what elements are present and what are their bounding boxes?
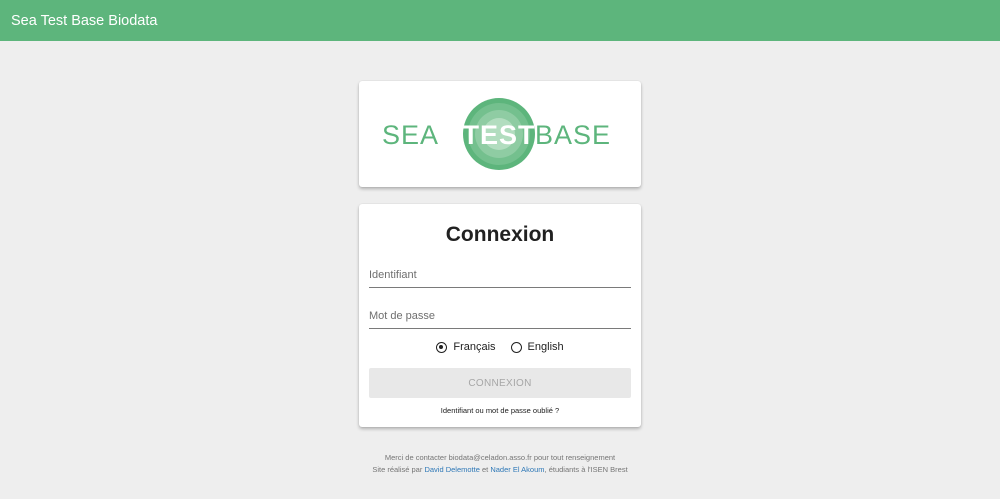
logo-right-text: BASE (535, 120, 611, 150)
sea-test-base-logo: SEA TEST BASE (382, 98, 611, 170)
login-card: Connexion Français English CONNEXION Ide… (359, 204, 641, 427)
language-option-english[interactable]: English (510, 341, 564, 353)
footer-contact-line: Merci de contacter biodata@celadon.asso.… (384, 453, 616, 462)
app-bar: Sea Test Base Biodata (0, 0, 1000, 41)
username-field (369, 264, 631, 288)
footer-credits-prefix: Site réalisé par (372, 465, 425, 474)
footer-credits-line: Site réalisé par David Delemotte et Nade… (0, 464, 1000, 476)
login-button[interactable]: CONNEXION (369, 368, 631, 398)
radio-unchecked-icon[interactable] (510, 341, 522, 353)
footer: Merci de contacter biodata@celadon.asso.… (0, 452, 1000, 476)
username-input[interactable] (369, 264, 631, 286)
radio-checked-icon[interactable] (436, 341, 448, 353)
logo-center-text: TEST (462, 120, 535, 150)
language-selector: Français English (359, 341, 641, 353)
footer-credits-mid: et (479, 465, 491, 474)
logo-left-text: SEA (382, 120, 439, 150)
password-field (369, 305, 631, 329)
author-link-david[interactable]: David Delemotte (424, 465, 479, 474)
app-title: Sea Test Base Biodata (11, 12, 158, 29)
footer-credits-suffix: , étudiants à l'ISEN Brest (544, 465, 628, 474)
password-input[interactable] (369, 305, 631, 327)
language-option-french[interactable]: Français (436, 341, 496, 353)
language-label-english: English (527, 341, 564, 353)
login-title: Connexion (445, 223, 555, 246)
logo-card: SEA TEST BASE (359, 81, 641, 187)
forgot-credentials-link[interactable]: Identifiant ou mot de passe oublié ? (359, 406, 641, 415)
language-label-french: Français (453, 341, 496, 353)
author-link-nader[interactable]: Nader El Akoum (490, 465, 544, 474)
